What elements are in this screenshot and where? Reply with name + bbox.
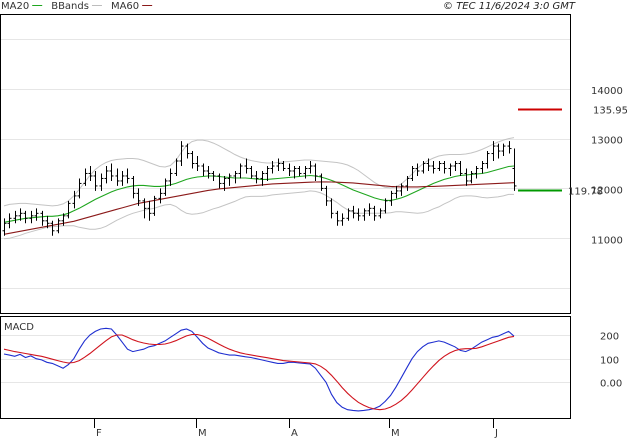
x-tick-label: A [291, 428, 298, 439]
price-panel: 11000120001300014000 135.95119.78 [0, 14, 627, 314]
macd-panel-frame [0, 316, 571, 419]
macd-panel: 0.00 100 200 MACD [0, 316, 622, 419]
x-tick-label: M [391, 428, 400, 439]
x-tick-label: M [198, 428, 207, 439]
legend-label-ma60: MA60 [111, 1, 139, 12]
macd-title: MACD [4, 322, 34, 333]
chart-canvas: 11000120001300014000 135.95119.78 MA20 BB… [0, 1, 627, 439]
legend-label-ma20: MA20 [1, 1, 29, 12]
macd-tick-label: 200 [600, 332, 619, 343]
price-tick-label: 13000 [591, 136, 623, 147]
x-tick-label: J [494, 428, 498, 439]
macd-y-axis: 0.00 100 200 [600, 332, 622, 390]
macd-tick-label: 0.00 [600, 379, 622, 390]
price-panel-frame [0, 14, 571, 314]
support-level-label: 119.78 [568, 187, 603, 198]
indicator-legend: MA20 BBands MA60 [1, 1, 153, 12]
copyright-notice: © TEC 11/6/2024 3:0 GMT [443, 1, 576, 12]
price-tick-label: 14000 [591, 86, 623, 97]
x-axis: FMAMJ [94, 418, 498, 439]
legend-label-bbands: BBands [51, 1, 89, 12]
price-tick-label: 11000 [591, 235, 623, 246]
macd-tick-label: 100 [600, 356, 619, 367]
resistance-level-label: 135.95 [593, 106, 627, 117]
x-tick-label: F [96, 428, 102, 439]
